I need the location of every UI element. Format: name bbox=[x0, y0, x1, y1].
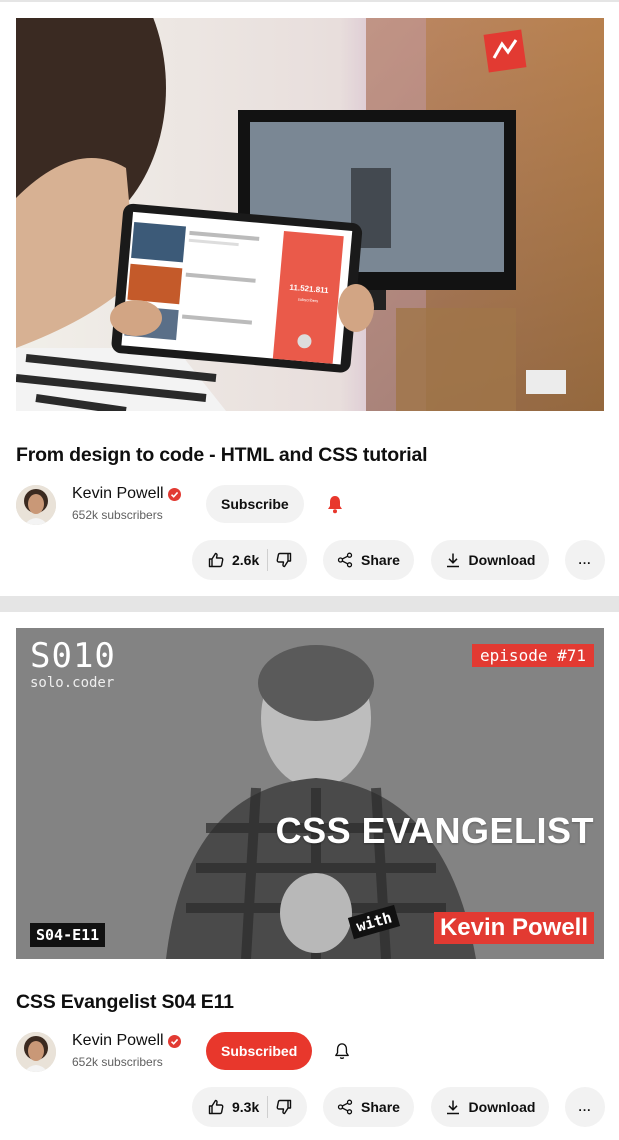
action-bar: 9.3k Share Download ... bbox=[0, 1087, 619, 1127]
dislike-button[interactable] bbox=[268, 552, 292, 568]
guest-name-badge: Kevin Powell bbox=[433, 912, 594, 944]
channel-name-text: Kevin Powell bbox=[72, 485, 164, 502]
share-button[interactable]: Share bbox=[323, 540, 414, 580]
subscriber-count: 652k subscribers bbox=[72, 508, 163, 522]
verified-icon bbox=[167, 487, 181, 501]
like-dislike-group: 9.3k bbox=[192, 1087, 307, 1127]
video-thumbnail[interactable]: 11.521.811 subscribers bbox=[16, 18, 604, 411]
video-thumbnail[interactable]: S010 solo.coder episode #71 CSS EVANGELI… bbox=[16, 628, 604, 959]
channel-row: Kevin Powell 652k subscribers Subscribe bbox=[16, 483, 606, 525]
show-logo: S010 solo.coder bbox=[30, 636, 116, 690]
download-icon bbox=[446, 1100, 459, 1115]
more-actions-button[interactable]: ... bbox=[565, 1087, 605, 1127]
download-button[interactable]: Download bbox=[431, 540, 549, 580]
channel-name[interactable]: Kevin Powell bbox=[72, 485, 181, 503]
dislike-button[interactable] bbox=[268, 1099, 292, 1115]
like-button[interactable]: 2.6k bbox=[192, 552, 259, 568]
thumbs-up-icon bbox=[208, 552, 224, 568]
thumbnail-image: 11.521.811 subscribers bbox=[16, 18, 604, 411]
thumbs-down-icon bbox=[276, 552, 292, 568]
share-label: Share bbox=[361, 1099, 400, 1115]
thumbnail-headline: CSS EVANGELIST bbox=[275, 810, 594, 851]
like-button[interactable]: 9.3k bbox=[192, 1099, 259, 1115]
like-dislike-group: 2.6k bbox=[192, 540, 307, 580]
share-icon bbox=[337, 1099, 353, 1115]
more-actions-button[interactable]: ... bbox=[565, 540, 605, 580]
subscriber-count: 652k subscribers bbox=[72, 1055, 163, 1069]
subscribe-button[interactable]: Subscribe bbox=[206, 485, 304, 523]
show-logo-subtitle: solo.coder bbox=[30, 675, 115, 691]
bell-icon[interactable] bbox=[326, 494, 344, 514]
show-logo-text: S010 bbox=[30, 636, 116, 676]
download-label: Download bbox=[468, 1099, 536, 1115]
action-bar: 2.6k Share Download ... bbox=[0, 540, 619, 580]
like-count: 2.6k bbox=[232, 552, 260, 568]
channel-name-text: Kevin Powell bbox=[72, 1032, 164, 1049]
channel-name[interactable]: Kevin Powell bbox=[72, 1032, 181, 1050]
share-button[interactable]: Share bbox=[323, 1087, 414, 1127]
thumbs-down-icon bbox=[276, 1099, 292, 1115]
video-card: S010 solo.coder episode #71 CSS EVANGELI… bbox=[0, 612, 619, 1140]
channel-row: Kevin Powell 652k subscribers Subscribed bbox=[16, 1030, 606, 1072]
verified-icon bbox=[167, 1034, 181, 1048]
video-card: 11.521.811 subscribers From design to co… bbox=[0, 0, 619, 596]
download-label: Download bbox=[468, 552, 536, 568]
thumbs-up-icon bbox=[208, 1099, 224, 1115]
like-count: 9.3k bbox=[232, 1099, 260, 1115]
episode-badge: episode #71 bbox=[472, 644, 594, 667]
download-button[interactable]: Download bbox=[431, 1087, 549, 1127]
channel-avatar[interactable] bbox=[16, 1032, 56, 1072]
subscribed-button[interactable]: Subscribed bbox=[206, 1032, 313, 1070]
download-icon bbox=[446, 553, 459, 568]
bell-icon[interactable] bbox=[334, 1042, 350, 1060]
season-badge: S04-E11 bbox=[30, 923, 106, 947]
channel-avatar[interactable] bbox=[16, 485, 56, 525]
video-title[interactable]: From design to code - HTML and CSS tutor… bbox=[16, 444, 428, 467]
share-label: Share bbox=[361, 552, 400, 568]
share-icon bbox=[337, 552, 353, 568]
video-title[interactable]: CSS Evangelist S04 E11 bbox=[16, 991, 234, 1014]
card-divider bbox=[0, 596, 619, 612]
